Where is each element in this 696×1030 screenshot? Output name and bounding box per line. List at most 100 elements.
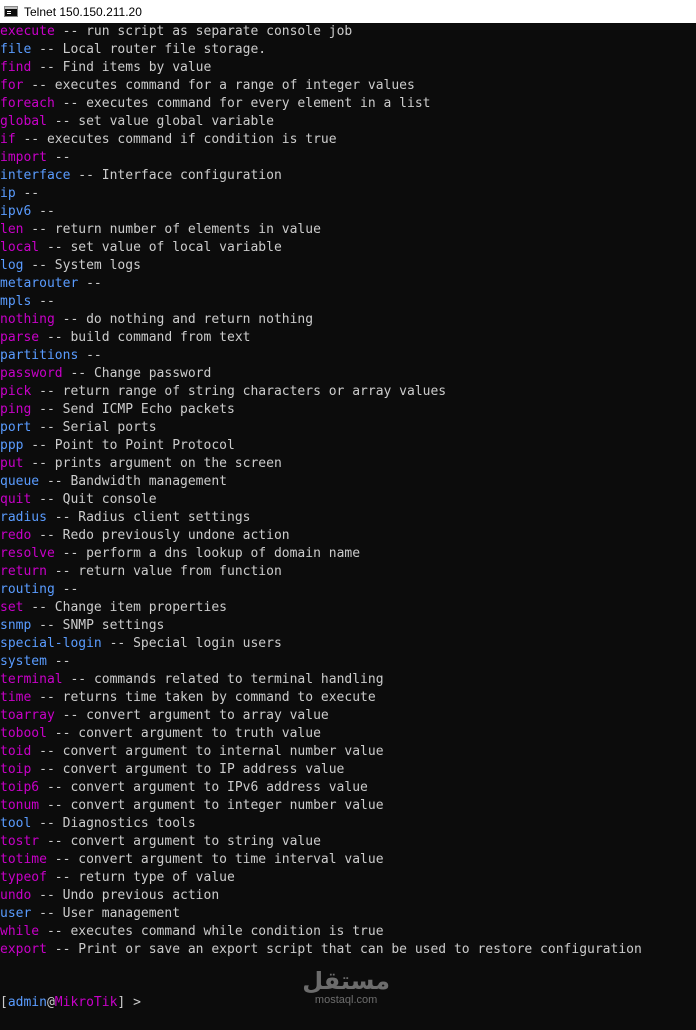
command-name: return xyxy=(0,564,47,579)
command-separator: -- xyxy=(31,762,63,777)
command-name: mpls xyxy=(0,294,32,309)
command-separator: -- xyxy=(31,816,63,831)
command-description: executes command for every element in a … xyxy=(86,96,431,111)
command-description: User management xyxy=(62,906,181,921)
command-separator: -- xyxy=(39,780,71,795)
command-separator: -- xyxy=(39,924,71,939)
command-name: global xyxy=(0,114,47,129)
console-icon xyxy=(4,6,18,17)
command-name: find xyxy=(0,60,32,75)
command-name: toid xyxy=(0,744,32,759)
command-name: partitions xyxy=(0,348,79,363)
command-separator: -- xyxy=(46,114,79,129)
command-name: parse xyxy=(0,330,40,345)
command-separator: -- xyxy=(23,222,55,237)
command-name: pick xyxy=(0,384,32,399)
watermark-logo: مستقل mostaql.com xyxy=(302,968,390,1006)
console-line: tonum -- convert argument to integer num… xyxy=(0,797,642,815)
command-description: set value global variable xyxy=(78,114,274,129)
command-description: convert argument to IPv6 address value xyxy=(70,780,368,795)
console-line: toip -- convert argument to IP address v… xyxy=(0,761,642,779)
command-name: password xyxy=(0,366,63,381)
command-description: Radius client settings xyxy=(78,510,251,525)
command-separator: -- xyxy=(54,582,87,597)
command-name: radius xyxy=(0,510,47,525)
command-separator: -- xyxy=(39,798,71,813)
console-line: len -- return number of elements in valu… xyxy=(0,221,642,239)
console-line: tool -- Diagnostics tools xyxy=(0,815,642,833)
command-separator: -- xyxy=(31,744,63,759)
command-name: log xyxy=(0,258,24,273)
console-line: tobool -- convert argument to truth valu… xyxy=(0,725,642,743)
window-titlebar[interactable]: Telnet 150.150.211.20 xyxy=(0,0,696,23)
command-description: return type of value xyxy=(78,870,235,885)
console-line: tostr -- convert argument to string valu… xyxy=(0,833,642,851)
command-description: Local router file storage. xyxy=(62,42,267,57)
console-line: parse -- build command from text xyxy=(0,329,642,347)
command-description: Redo previously undone action xyxy=(62,528,290,543)
console-line: undo -- Undo previous action xyxy=(0,887,642,905)
command-name: len xyxy=(0,222,24,237)
command-name: execute xyxy=(0,24,55,39)
command-separator: -- xyxy=(46,510,79,525)
console-line: port -- Serial ports xyxy=(0,419,642,437)
command-separator: -- xyxy=(31,528,63,543)
command-separator: -- xyxy=(23,456,55,471)
console-line: nothing -- do nothing and return nothing xyxy=(0,311,642,329)
command-separator: -- xyxy=(39,834,71,849)
command-description: set value of local variable xyxy=(70,240,282,255)
console-line: log -- System logs xyxy=(0,257,642,275)
command-name: toip6 xyxy=(0,780,40,795)
command-name: file xyxy=(0,42,32,57)
console-line: ipv6 -- xyxy=(0,203,642,221)
command-description: run script as separate console job xyxy=(86,24,353,39)
command-description: Serial ports xyxy=(62,420,157,435)
command-description: convert argument to time interval value xyxy=(78,852,384,867)
command-name: tool xyxy=(0,816,32,831)
command-separator: -- xyxy=(15,132,47,147)
command-name: import xyxy=(0,150,47,165)
console-line: quit -- Quit console xyxy=(0,491,642,509)
command-name: if xyxy=(0,132,16,147)
command-name: ipv6 xyxy=(0,204,32,219)
console-line: totime -- convert argument to time inter… xyxy=(0,851,642,869)
console-line: routing -- xyxy=(0,581,642,599)
command-description: convert argument to truth value xyxy=(78,726,321,741)
console-line: export -- Print or save an export script… xyxy=(0,941,642,959)
command-name: metarouter xyxy=(0,276,79,291)
command-separator: -- xyxy=(31,60,63,75)
command-separator: -- xyxy=(39,474,71,489)
command-name: typeof xyxy=(0,870,47,885)
command-name: toarray xyxy=(0,708,55,723)
command-separator: -- xyxy=(31,384,63,399)
command-prompt[interactable]: [admin@MikroTik] > xyxy=(0,994,141,1012)
command-name: foreach xyxy=(0,96,55,111)
command-name: export xyxy=(0,942,47,957)
console-line: local -- set value of local variable xyxy=(0,239,642,257)
command-name: snmp xyxy=(0,618,32,633)
terminal-output[interactable]: execute -- run script as separate consol… xyxy=(0,23,696,1030)
command-name: tonum xyxy=(0,798,40,813)
console-line: typeof -- return type of value xyxy=(0,869,642,887)
command-separator: -- xyxy=(23,438,55,453)
command-description: convert argument to internal number valu… xyxy=(62,744,384,759)
watermark-latin: mostaql.com xyxy=(314,994,378,1006)
command-separator: -- xyxy=(23,258,55,273)
command-name: routing xyxy=(0,582,55,597)
command-description: convert argument to array value xyxy=(86,708,329,723)
command-description: Find items by value xyxy=(62,60,212,75)
console-line: queue -- Bandwidth management xyxy=(0,473,642,491)
command-list: execute -- run script as separate consol… xyxy=(0,23,642,959)
console-line: toid -- convert argument to internal num… xyxy=(0,743,642,761)
command-description: Special login users xyxy=(133,636,282,651)
command-description: Quit console xyxy=(62,492,157,507)
console-line: toarray -- convert argument to array val… xyxy=(0,707,642,725)
command-separator: -- xyxy=(46,726,79,741)
command-name: port xyxy=(0,420,32,435)
console-line: file -- Local router file storage. xyxy=(0,41,642,59)
command-name: ip xyxy=(0,186,16,201)
command-separator: -- xyxy=(78,348,110,363)
command-separator: -- xyxy=(62,366,94,381)
command-description: do nothing and return nothing xyxy=(86,312,314,327)
command-description: Interface configuration xyxy=(101,168,282,183)
